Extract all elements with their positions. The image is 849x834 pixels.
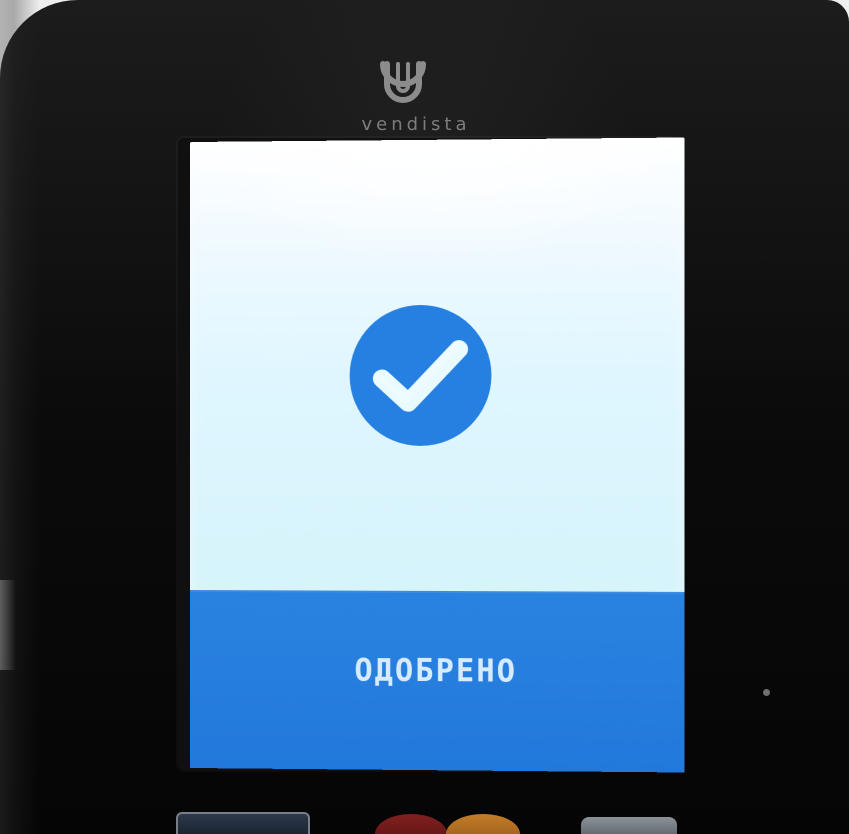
device-button[interactable] — [176, 812, 310, 834]
status-bar: ОДОБРЕНО — [190, 590, 685, 773]
checkmark-circle-icon — [344, 299, 498, 452]
brand-name: vendista — [336, 114, 496, 135]
success-panel — [190, 137, 685, 591]
left-side-reflection — [0, 580, 16, 670]
pos-terminal-scene: vendista ОДОБРЕНО — [0, 0, 849, 834]
device-button[interactable] — [581, 817, 677, 834]
device-left-edge — [0, 0, 40, 834]
payment-display: ОДОБРЕНО — [190, 137, 685, 772]
approval-status-text: ОДОБРЕНО — [190, 651, 685, 691]
indicator-dot — [763, 689, 770, 696]
brand-logo: vendista — [336, 50, 496, 150]
vendista-logo-icon — [373, 50, 433, 116]
